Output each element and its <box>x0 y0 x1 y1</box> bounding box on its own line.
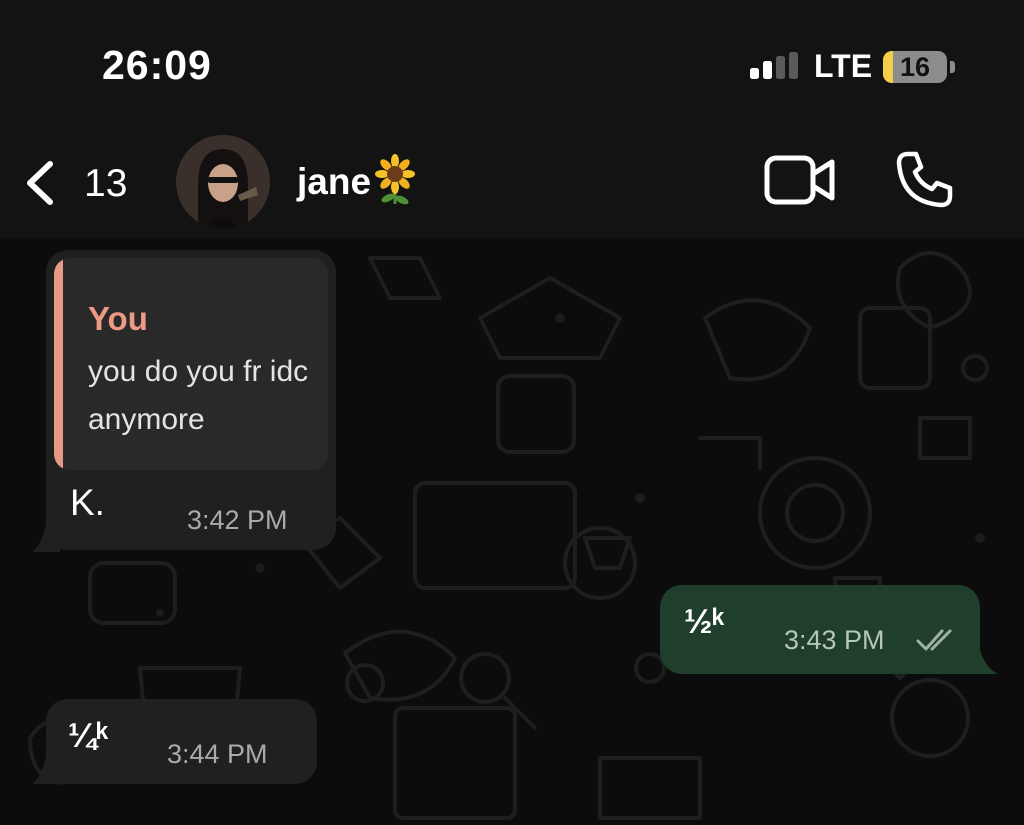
back-button[interactable]: 13 <box>18 154 148 212</box>
quote-accent-bar <box>54 258 63 470</box>
battery-percentage: 16 <box>899 52 931 82</box>
unread-count: 13 <box>84 162 128 205</box>
video-camera-icon <box>764 155 835 205</box>
chevron-left-icon <box>27 161 53 205</box>
chat-screen: 26:09 LTE 16 13 jane You you do you fr i… <box>0 0 1024 825</box>
message-text: ½ᵏ <box>684 603 725 641</box>
status-time: 26:09 <box>102 42 212 88</box>
message-bubble-incoming[interactable]: You you do you fr idc anymore K. 3:42 PM <box>46 250 336 550</box>
quote-author: You <box>88 300 148 337</box>
status-bar: 26:09 LTE 16 <box>0 0 1024 130</box>
message-text: K. <box>70 482 105 523</box>
message-time: 3:44 PM <box>167 739 268 769</box>
signal-strength-icon <box>750 52 798 79</box>
battery-cap <box>950 61 955 73</box>
quote-text: you do you fr idc anymore <box>88 355 309 436</box>
chat-messages-area[interactable]: You you do you fr idc anymore K. 3:42 PM… <box>0 238 1024 825</box>
message-time: 3:43 PM <box>784 625 885 655</box>
double-check-read-icon <box>916 629 952 651</box>
sunflower-icon <box>375 154 416 205</box>
battery-icon: 16 <box>883 51 947 83</box>
chat-header: 13 jane <box>0 130 1024 238</box>
avatar[interactable] <box>176 135 270 229</box>
network-type: LTE <box>814 48 873 84</box>
message-bubble-outgoing[interactable]: ½ᵏ 3:43 PM <box>660 585 980 674</box>
contact-name-text: jane <box>297 160 372 202</box>
reply-quote[interactable]: You you do you fr idc anymore <box>54 258 328 470</box>
message-time: 3:42 PM <box>187 505 288 535</box>
phone-icon <box>896 151 953 208</box>
voice-call-button[interactable] <box>894 150 954 210</box>
message-text: ¼ᵏ <box>68 717 109 755</box>
contact-name[interactable]: jane <box>297 154 417 210</box>
video-call-button[interactable] <box>764 154 836 206</box>
message-bubble-incoming[interactable]: ¼ᵏ 3:44 PM <box>46 699 317 784</box>
avatar-image <box>176 135 270 229</box>
